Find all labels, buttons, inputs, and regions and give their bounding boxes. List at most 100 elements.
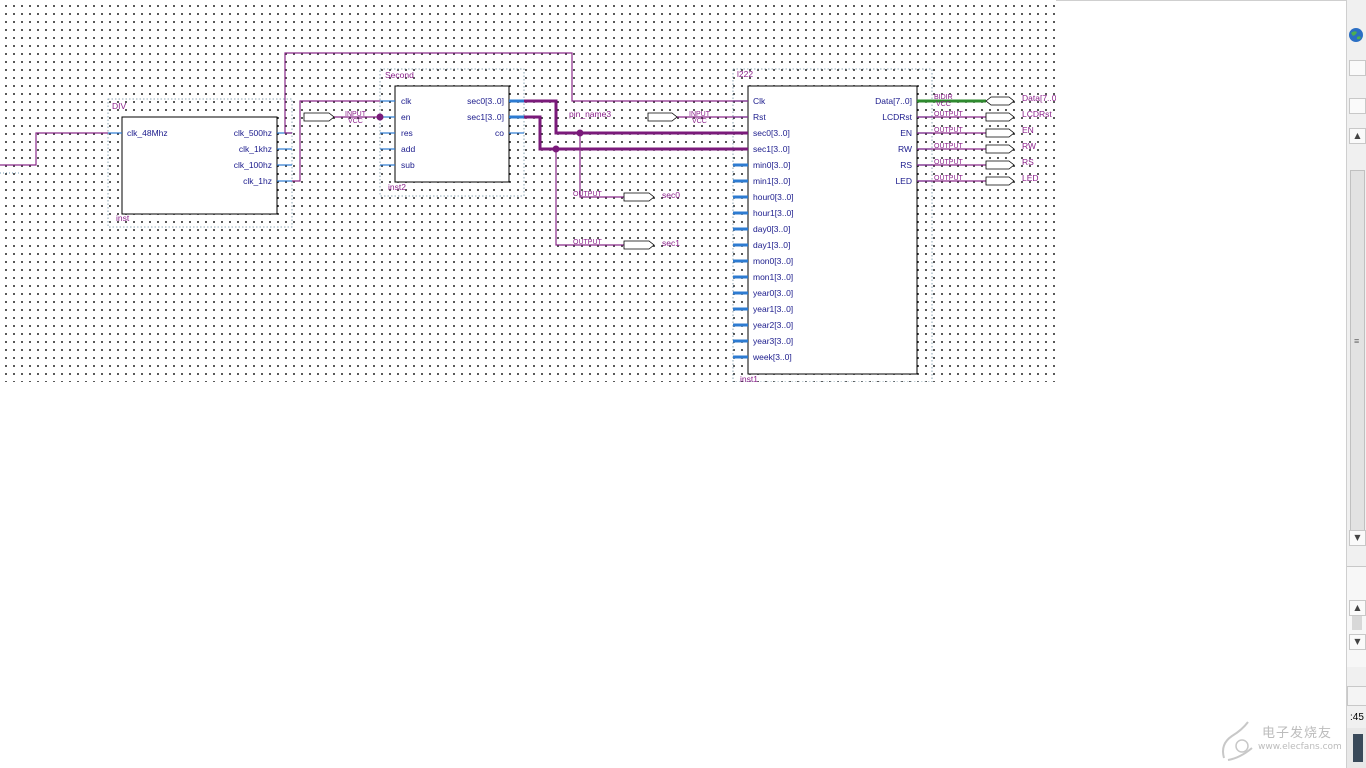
output-pin-kind: OUTPUT bbox=[934, 111, 964, 118]
panel-border-top bbox=[1056, 0, 1346, 1]
second-port-add: add bbox=[401, 144, 415, 154]
second-port-sub: sub bbox=[401, 160, 415, 170]
output-pin-symbol bbox=[985, 176, 1015, 186]
globe-icon[interactable] bbox=[1346, 26, 1366, 44]
lcd-port-clk: Clk bbox=[753, 96, 766, 106]
sec1-output-kind: OUTPUT bbox=[573, 239, 603, 246]
lcd-port-min1-3-0-: min1[3..0] bbox=[753, 176, 790, 186]
watermark-text: 电子发烧友 bbox=[1262, 726, 1333, 741]
data-bidir-pin[interactable]: BIDIR VCC Data[7..0] bbox=[934, 93, 1056, 108]
lcd-port-en: EN bbox=[900, 128, 912, 138]
lcd-port-year2-3-0-: year2[3..0] bbox=[753, 320, 793, 330]
output-pin-kind: OUTPUT bbox=[934, 159, 964, 166]
lcd-type-label: l222 bbox=[737, 69, 753, 79]
lcd-port-mon1-3-0-: mon1[3..0] bbox=[753, 272, 793, 282]
output-pin-symbol bbox=[985, 144, 1015, 154]
data-bidir-vcc: VCC bbox=[936, 101, 951, 108]
output-pin-name: EN bbox=[1022, 125, 1034, 135]
watermark-url: www.elecfans.com bbox=[1258, 742, 1342, 752]
div-type-label: DIV bbox=[112, 101, 127, 111]
panel-button[interactable] bbox=[1349, 60, 1366, 76]
rst-input-vcc: VCC bbox=[692, 118, 707, 125]
sec1-output-name: sec1 bbox=[662, 238, 680, 248]
lcd-port-year3-3-0-: year3[3..0] bbox=[753, 336, 793, 346]
div-port-clk-1hz: clk_1hz bbox=[243, 176, 272, 186]
status-field bbox=[1347, 686, 1366, 706]
small-scroll-up-button[interactable]: ▲ bbox=[1349, 600, 1366, 616]
output-pin-lcdrst[interactable]: OUTPUT LCDRst bbox=[934, 109, 1052, 122]
lcd-port-hour0-3-0-: hour0[3..0] bbox=[753, 192, 794, 202]
en-input-pin[interactable]: INPUT VCC bbox=[303, 111, 367, 125]
output-pin-rs[interactable]: OUTPUT RS bbox=[934, 157, 1034, 170]
lcd-port-year1-3-0-: year1[3..0] bbox=[753, 304, 793, 314]
lcd-inst-label: inst1 bbox=[740, 374, 758, 382]
scrollbar-thumb[interactable]: ≡ bbox=[1350, 170, 1365, 542]
lcd-port-rw: RW bbox=[898, 144, 912, 154]
schematic-canvas[interactable]: DIV inst clk_48Mhz clk_500hz clk_1khz cl… bbox=[0, 0, 1056, 382]
data-bidir-kind: BIDIR bbox=[934, 94, 953, 101]
output-pin-kind: OUTPUT bbox=[934, 127, 964, 134]
small-scroll-down-button[interactable]: ▼ bbox=[1349, 634, 1366, 650]
lcd-port-year0-3-0-: year0[3..0] bbox=[753, 288, 793, 298]
second-type-label: Second bbox=[385, 70, 414, 80]
second-port-res: res bbox=[401, 128, 413, 138]
panel-button[interactable] bbox=[1349, 98, 1366, 114]
lcd-block[interactable]: l222 inst1 Clk Rst sec0[3..0] sec1[3..0] min… bbox=[732, 68, 933, 382]
lcd-port-lcdrst: LCDRst bbox=[882, 112, 912, 122]
en-input-vcc: VCC bbox=[348, 118, 363, 125]
taskbar-corner bbox=[1347, 728, 1366, 768]
lcd-port-rs: RS bbox=[900, 160, 912, 170]
output-pin-symbol bbox=[985, 160, 1015, 170]
scroll-down-button[interactable]: ▼ bbox=[1349, 530, 1366, 546]
rst-input-pin[interactable]: pin_name3 INPUT VCC bbox=[569, 109, 711, 125]
second-inst-label: inst2 bbox=[388, 182, 406, 192]
sec0-output-pin[interactable]: OUTPUT sec0 bbox=[573, 190, 680, 202]
output-pin-name: RS bbox=[1022, 157, 1034, 167]
div-port-clk-48mhz: clk_48Mhz bbox=[127, 128, 168, 138]
lcd-port-hour1-3-0-: hour1[3..0] bbox=[753, 208, 794, 218]
div-block[interactable]: DIV inst clk_48Mhz clk_500hz clk_1khz cl… bbox=[107, 98, 293, 228]
output-pin-name: RW bbox=[1022, 141, 1036, 151]
output-pin-symbol bbox=[985, 128, 1015, 138]
second-port-sec1: sec1[3..0] bbox=[467, 112, 504, 122]
output-pin-symbol bbox=[985, 112, 1015, 122]
time-fragment: :45 bbox=[1350, 712, 1364, 723]
output-pin-led[interactable]: OUTPUT LED bbox=[934, 173, 1039, 186]
grip-icon: ≡ bbox=[1354, 336, 1360, 346]
lcd-port-day0-3-0-: day0[3..0] bbox=[753, 224, 790, 234]
second-port-clk: clk bbox=[401, 96, 412, 106]
second-port-co: co bbox=[495, 128, 504, 138]
output-pin-kind: OUTPUT bbox=[934, 175, 964, 182]
rst-input-kind: INPUT bbox=[689, 111, 711, 118]
output-pin-name: LCDRst bbox=[1022, 109, 1052, 119]
lcd-port-min0-3-0-: min0[3..0] bbox=[753, 160, 790, 170]
div-port-clk-1khz: clk_1khz bbox=[239, 144, 272, 154]
output-pin-rw[interactable]: OUTPUT RW bbox=[934, 141, 1036, 154]
div-port-clk-500hz: clk_500hz bbox=[234, 128, 272, 138]
scroll-up-button[interactable]: ▲ bbox=[1349, 128, 1366, 144]
data-bidir-name: Data[7..0] bbox=[1022, 93, 1056, 103]
schematic[interactable]: DIV inst clk_48Mhz clk_500hz clk_1khz cl… bbox=[0, 0, 1056, 382]
lcd-port-day1-3-0-: day1[3..0] bbox=[753, 240, 790, 250]
output-pin-kind: OUTPUT bbox=[934, 143, 964, 150]
second-block[interactable]: Second inst2 clk en res add sub sec0[3..… bbox=[379, 68, 525, 197]
sec0-output-kind: OUTPUT bbox=[573, 191, 603, 198]
lcd-port-data-7-0-: Data[7..0] bbox=[875, 96, 912, 106]
lcd-port-sec0-3-0-: sec0[3..0] bbox=[753, 128, 790, 138]
rst-input-pin-name: pin_name3 bbox=[569, 109, 611, 119]
lcd-port-sec1-3-0-: sec1[3..0] bbox=[753, 144, 790, 154]
div-inst-label: inst bbox=[116, 213, 130, 223]
en-input-kind: INPUT bbox=[345, 111, 367, 118]
lcd-port-rst: Rst bbox=[753, 112, 766, 122]
output-pin-name: LED bbox=[1022, 173, 1039, 183]
second-port-sec0: sec0[3..0] bbox=[467, 96, 504, 106]
div-port-clk-100hz: clk_100hz bbox=[234, 160, 272, 170]
output-pin-en[interactable]: OUTPUT EN bbox=[934, 125, 1034, 138]
lcd-port-mon0-3-0-: mon0[3..0] bbox=[753, 256, 793, 266]
lcd-port-led: LED bbox=[895, 176, 912, 186]
small-scroll-thumb[interactable] bbox=[1352, 616, 1362, 630]
lcd-port-week-3-0-: week[3..0] bbox=[752, 352, 792, 362]
sec1-output-pin[interactable]: OUTPUT sec1 bbox=[573, 238, 680, 250]
taskbar-icon bbox=[1353, 734, 1363, 762]
sec0-output-name: sec0 bbox=[662, 190, 680, 200]
